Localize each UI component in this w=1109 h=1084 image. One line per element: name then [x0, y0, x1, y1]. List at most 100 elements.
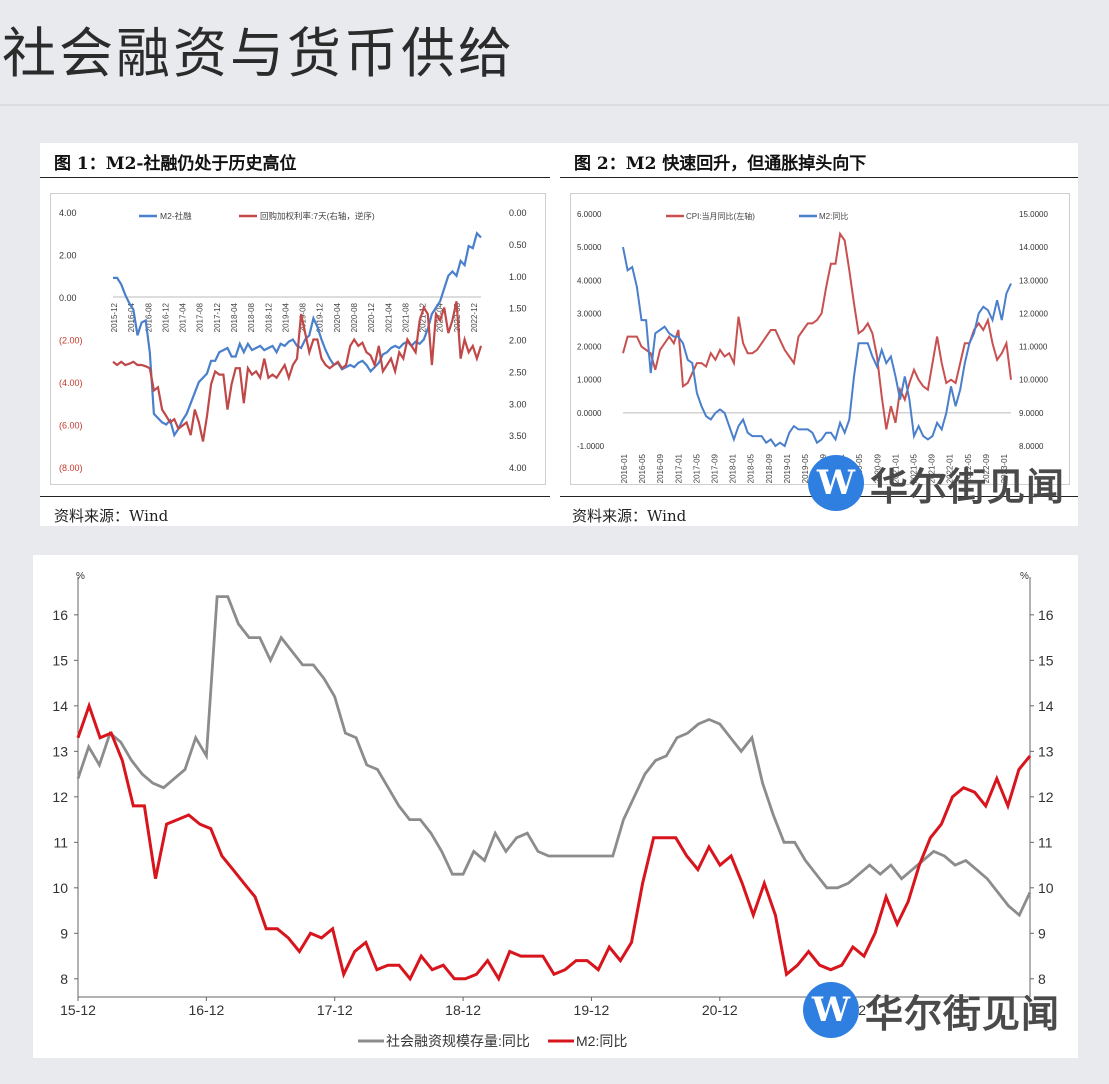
figure2-top-rule — [560, 177, 1078, 178]
watermark-logo-icon: W — [803, 982, 859, 1038]
watermark-top: W 华尔街见闻 — [808, 455, 1065, 511]
legend-label: 社会融资规模存量:同比 — [386, 1033, 530, 1049]
y-left-tick-label: (8.00) — [59, 463, 83, 473]
x-tick-label: 2016-09 — [656, 453, 665, 483]
y-left-tick-label: 9 — [60, 925, 68, 941]
chart2-svg: 6.0000 5.0000 4.0000 3.0000 2.0000 1.0000 0.00… — [577, 210, 1048, 483]
y-right-tick-label: 1.00 — [509, 272, 527, 282]
cpi-line — [622, 231, 1012, 430]
y-left-tick-label: 0.0000 — [577, 409, 602, 418]
y-left-tick-label: 14 — [52, 698, 68, 714]
divider — [0, 104, 1109, 106]
m2-minus-tsf-line — [113, 231, 482, 438]
y-right-tick-label: 15 — [1038, 652, 1054, 668]
y-left-tick-label: 13 — [52, 743, 68, 759]
y-left-tick-label: 6.0000 — [577, 210, 602, 219]
x-tick-label: 19-12 — [574, 1002, 610, 1018]
y-right-tick-label: 3.00 — [509, 399, 527, 409]
y-left-tick-label: 0.00 — [59, 293, 77, 303]
y-right-tick-label: 2.00 — [509, 336, 527, 346]
x-tick-label: 18-12 — [445, 1002, 481, 1018]
x-tick-label: 2015-12 — [110, 302, 119, 332]
m2-yoy-line — [76, 701, 1032, 983]
figures-card: 图 1：M2-社融仍处于历史高位 图 2：M2 快速回升，但通胀掉头向下 4.0… — [40, 143, 1078, 526]
x-tick-label: 2017-04 — [179, 302, 188, 332]
x-tick-label: 2020-04 — [333, 302, 342, 332]
y-right-unit: % — [1020, 571, 1029, 582]
y-right-tick-label: 9.0000 — [1019, 409, 1044, 418]
legend-label: 回购加权利率:7天(右轴，逆序) — [260, 211, 375, 221]
y-left-tick-label: (2.00) — [59, 336, 83, 346]
tsf-stock-yoy-line — [76, 595, 1032, 918]
figure2-chart: 6.0000 5.0000 4.0000 3.0000 2.0000 1.0000 0.00… — [570, 193, 1070, 485]
x-tick-label: 2018-01 — [729, 453, 738, 483]
legend-label: M2:同比 — [576, 1033, 627, 1049]
y-left-tick-label: 15 — [52, 652, 68, 668]
y-left-tick-label: 16 — [52, 607, 68, 623]
figure1-source: 资料来源：Wind — [54, 507, 169, 525]
y-left-tick-label: 5.0000 — [577, 243, 602, 252]
x-tick-label: 15-12 — [60, 1002, 96, 1018]
y-right-tick-label: 10.0000 — [1019, 376, 1048, 385]
figure1-chart: 4.00 2.00 0.00 (2.00) (4.00) (6.00) (8.00) 0.00… — [50, 193, 546, 485]
y-right-tick-label: 12 — [1038, 789, 1054, 805]
x-tick-label: 2022-12 — [470, 302, 479, 332]
x-tick-label: 2017-09 — [710, 453, 719, 483]
x-tick-label: 16-12 — [188, 1002, 224, 1018]
y-left-tick-label: 2.0000 — [577, 343, 602, 352]
y-right-tick-label: 14 — [1038, 698, 1054, 714]
x-tick-label: 2020-12 — [367, 302, 376, 332]
y-left-tick-label: 10 — [52, 880, 68, 896]
y-left-tick-label: 8 — [60, 971, 68, 987]
page-title: 社会融资与货币供给 — [2, 22, 515, 85]
legend-label: CPI:当月同比(左轴) — [686, 211, 755, 221]
x-tick-label: 2017-05 — [692, 453, 701, 483]
figure1-title: 图 1：M2-社融仍处于历史高位 — [54, 154, 297, 174]
x-tick-label: 2021-04 — [384, 302, 393, 332]
y-right-tick-label: 0.50 — [509, 240, 527, 250]
legend-label: M2:同比 — [819, 211, 848, 221]
y-left-tick-label: 2.00 — [59, 251, 77, 261]
y-right-tick-label: 13.0000 — [1019, 276, 1048, 285]
y-right-tick-label: 15.0000 — [1019, 210, 1048, 219]
y-right-tick-label: 14.0000 — [1019, 243, 1048, 252]
legend-label: M2-社融 — [160, 211, 192, 221]
x-tick-label: 17-12 — [317, 1002, 353, 1018]
x-tick-label: 2018-09 — [765, 453, 774, 483]
y-left-tick-label: (6.00) — [59, 421, 83, 431]
watermark-logo-icon: W — [808, 455, 864, 511]
x-tick-label: 2016-01 — [620, 453, 629, 483]
y-right-tick-label: 12.0000 — [1019, 309, 1048, 318]
watermark-bottom: W 华尔街见闻 — [803, 982, 1060, 1038]
figure1-bottom-rule — [40, 496, 550, 497]
y-left-tick-label: 12 — [52, 789, 68, 805]
x-tick-label: 2019-04 — [281, 302, 290, 332]
x-tick-label: 2016-12 — [161, 302, 170, 332]
y-left-tick-label: 3.0000 — [577, 309, 602, 318]
x-tick-label: 2018-05 — [747, 453, 756, 483]
x-tick-label: 2017-08 — [196, 302, 205, 332]
y-left-tick-label: 4.00 — [59, 208, 77, 218]
y-right-tick-label: 16 — [1038, 607, 1054, 623]
y-left-tick-label: 4.0000 — [577, 276, 602, 285]
y-right-tick-label: 9 — [1038, 925, 1046, 941]
chart3-card: %% 8 8 9 9 10 10 11 11 12 12 13 13 14 14 15 15 16 16 15-12 1… — [33, 555, 1078, 1058]
x-tick-label: 2018-08 — [247, 302, 256, 332]
watermark-text: 华尔街见闻 — [865, 990, 1061, 1036]
x-tick-label: 2018-12 — [264, 302, 273, 332]
x-tick-label: 2018-04 — [230, 302, 239, 332]
y-left-tick-label: 11 — [53, 834, 68, 850]
y-left-unit: % — [76, 571, 85, 582]
figure2-title: 图 2：M2 快速回升，但通胀掉头向下 — [574, 154, 867, 174]
x-tick-label: 2016-05 — [638, 453, 647, 483]
y-right-tick-label: 11.0000 — [1019, 343, 1048, 352]
x-tick-label: 2017-12 — [213, 302, 222, 332]
x-tick-label: 20-12 — [702, 1002, 738, 1018]
y-right-tick-label: 11 — [1038, 834, 1053, 850]
y-right-tick-label: 3.50 — [509, 431, 527, 441]
x-tick-label: 2020-08 — [350, 302, 359, 332]
m2-yoy-line — [622, 246, 1012, 448]
y-left-tick-label: (4.00) — [59, 378, 83, 388]
chart1-svg: 4.00 2.00 0.00 (2.00) (4.00) (6.00) (8.00) 0.00… — [59, 208, 527, 473]
y-right-tick-label: 10 — [1038, 880, 1054, 896]
